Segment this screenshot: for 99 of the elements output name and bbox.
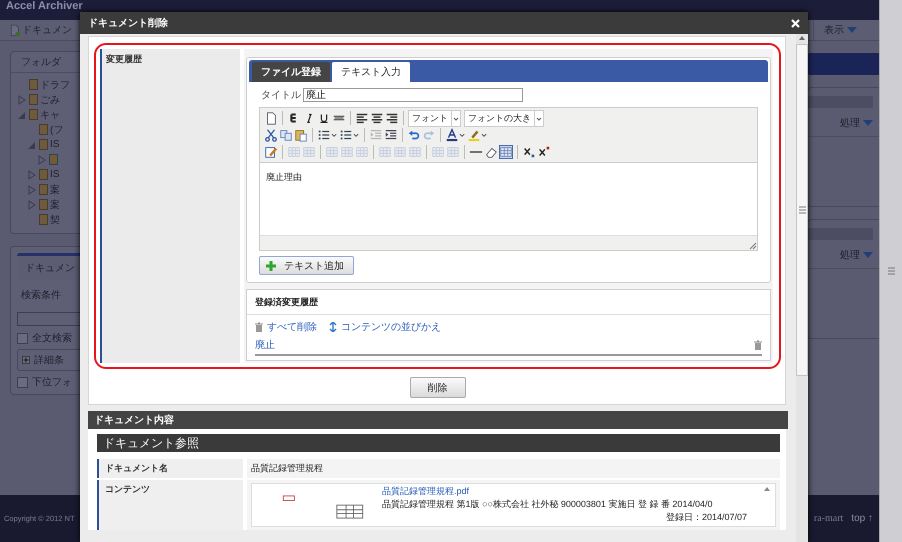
- delete-button[interactable]: 削除: [410, 377, 466, 398]
- action-menu[interactable]: 処理: [840, 248, 860, 262]
- collapsed-arrow-icon[interactable]: [17, 94, 27, 104]
- caret-icon[interactable]: [863, 120, 873, 126]
- folder-label[interactable]: 契: [50, 212, 60, 226]
- folder-label[interactable]: (フ: [50, 122, 64, 136]
- folder-icon[interactable]: [39, 124, 48, 135]
- eraser-icon[interactable]: [484, 145, 498, 159]
- field-label: 変更履歴: [100, 49, 240, 363]
- close-icon[interactable]: [791, 18, 800, 28]
- panel-header-bar: [808, 228, 873, 240]
- folder-label[interactable]: ドラフ: [40, 78, 70, 92]
- paste-icon[interactable]: [294, 128, 308, 142]
- checkbox[interactable]: [17, 376, 28, 388]
- font-color-icon[interactable]: [445, 128, 466, 142]
- folder-icon[interactable]: [39, 169, 48, 180]
- tab[interactable]: テキスト入力: [332, 62, 410, 82]
- scrollbar[interactable]: [796, 34, 808, 542]
- scroll-up-icon[interactable]: [763, 485, 771, 493]
- header-bar: [807, 53, 879, 75]
- expanded-arrow-icon[interactable]: [27, 140, 37, 150]
- indent-icon[interactable]: [384, 128, 398, 142]
- brand-logo: ra-mart: [814, 513, 844, 524]
- undo-icon[interactable]: [407, 128, 421, 142]
- bullet-list-icon[interactable]: [317, 128, 338, 142]
- scrollbar[interactable]: [879, 0, 902, 542]
- checkbox-label: 全文検索: [32, 332, 72, 345]
- highlight-icon[interactable]: [467, 128, 488, 142]
- new-document-button[interactable]: ドキュメン: [0, 23, 72, 37]
- align-left-icon[interactable]: [355, 111, 369, 125]
- resize-handle-icon[interactable]: [749, 242, 757, 250]
- grip-icon[interactable]: [798, 206, 806, 214]
- superscript-icon[interactable]: [537, 145, 551, 159]
- collapsed-arrow-icon[interactable]: [27, 170, 37, 180]
- folder-icon[interactable]: [39, 199, 48, 210]
- plus-icon[interactable]: [22, 355, 30, 365]
- folder-label[interactable]: 案: [50, 182, 60, 196]
- collapsed-arrow-icon[interactable]: [27, 184, 37, 194]
- align-right-icon[interactable]: [385, 111, 399, 125]
- edit-icon[interactable]: [264, 145, 278, 159]
- panel-title: 登録済変更履歴: [255, 296, 318, 308]
- reorder-link[interactable]: コンテンツの並びかえ: [329, 320, 441, 334]
- new-document-icon[interactable]: [264, 111, 278, 125]
- folder-icon[interactable]: [29, 79, 38, 90]
- caret-icon[interactable]: [863, 252, 873, 258]
- grip-icon[interactable]: [888, 267, 894, 275]
- up-down-arrow-icon[interactable]: [329, 322, 337, 332]
- dropdown-arrow-icon[interactable]: [451, 110, 460, 126]
- title-field[interactable]: 廃止: [303, 88, 523, 102]
- folder-icon[interactable]: [29, 109, 38, 120]
- field-value: 品質記録管理規程: [247, 459, 780, 478]
- delete-all-link[interactable]: すべて削除: [255, 320, 317, 334]
- dialog-title: ドキュメント削除: [88, 16, 168, 30]
- field-label: コンテンツ: [97, 480, 243, 530]
- folder-icon[interactable]: [29, 94, 38, 105]
- section-title: 検索条件: [21, 290, 61, 301]
- file-link[interactable]: 品質記録管理規程.pdf: [382, 485, 747, 498]
- cut-icon[interactable]: [264, 128, 278, 142]
- view-menu[interactable]: 表示: [813, 20, 857, 40]
- folder-icon[interactable]: [49, 154, 58, 165]
- folder-icon[interactable]: [39, 184, 48, 195]
- history-entry-link[interactable]: 廃止: [255, 338, 275, 352]
- top-link[interactable]: top ↑: [851, 513, 873, 524]
- add-text-button[interactable]: テキスト追加: [259, 256, 354, 275]
- registered-date: 登録日：2014/07/07: [666, 511, 747, 524]
- dropdown-arrow-icon[interactable]: [534, 110, 543, 126]
- tab[interactable]: ファイル登録: [252, 62, 330, 82]
- table-icon[interactable]: [499, 145, 513, 159]
- folder-label[interactable]: 案: [50, 198, 60, 212]
- app-title: Accel Archiver: [6, 0, 83, 12]
- panel-header-bar: [808, 96, 873, 108]
- folder-label[interactable]: ごみ: [40, 92, 60, 106]
- collapsed-arrow-icon[interactable]: [37, 154, 47, 164]
- folder-label[interactable]: IS: [50, 169, 60, 180]
- action-menu[interactable]: 処理: [840, 116, 860, 130]
- folder-icon[interactable]: [39, 139, 48, 150]
- folder-label[interactable]: IS: [50, 139, 60, 150]
- section-title: ドキュメント内容: [94, 413, 174, 427]
- caret-icon[interactable]: [847, 26, 857, 34]
- copy-icon[interactable]: [279, 128, 293, 142]
- expanded-arrow-icon[interactable]: [17, 110, 27, 120]
- checkbox-label: 下位フォ: [32, 376, 72, 389]
- trash-icon[interactable]: [754, 340, 762, 350]
- font-select[interactable]: フォント: [408, 110, 461, 126]
- subscript-icon[interactable]: [522, 145, 536, 159]
- align-center-icon[interactable]: [370, 111, 384, 125]
- font-select[interactable]: フォントの大き: [464, 110, 544, 126]
- field-label: タイトル: [261, 89, 301, 102]
- collapsed-arrow-icon[interactable]: [27, 200, 37, 210]
- checkbox[interactable]: [17, 332, 28, 344]
- trash-icon[interactable]: [255, 322, 263, 332]
- file-summary: 品質記録管理規程 第1版 ○○株式会社 社外秘 900003801 実施日 登 録 番 2014/04/0: [382, 498, 714, 511]
- folder-icon[interactable]: [39, 214, 48, 225]
- section-title: ドキュメント参照: [103, 434, 199, 452]
- folder-label[interactable]: キャ: [40, 108, 60, 122]
- plus-icon[interactable]: [266, 260, 276, 270]
- panel-title: フォルダ: [21, 56, 61, 69]
- numbered-list-icon[interactable]: [339, 128, 360, 142]
- field-label: ドキュメント名: [97, 459, 243, 478]
